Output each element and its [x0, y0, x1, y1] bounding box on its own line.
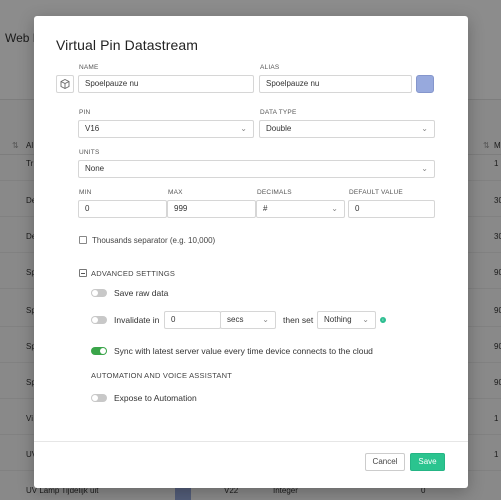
sync-label: Sync with latest server value every time…: [114, 346, 373, 356]
min-label: MIN: [79, 189, 92, 196]
thousands-separator-label: Thousands separator (e.g. 10,000): [92, 236, 216, 245]
chevron-down-icon: ⌄: [362, 315, 369, 324]
chevron-down-icon: ⌄: [240, 124, 247, 133]
save-raw-data-label: Save raw data: [114, 288, 169, 298]
cube-icon: [60, 78, 70, 90]
chevron-down-icon: ⌄: [262, 315, 269, 324]
then-set-value: Nothing: [324, 315, 352, 324]
decimals-label: DECIMALS: [257, 189, 292, 196]
invalidate-toggle[interactable]: [91, 316, 107, 324]
chevron-down-icon: ⌄: [331, 204, 338, 213]
advanced-settings-toggle[interactable]: ADVANCED SETTINGS: [91, 269, 175, 278]
units-select[interactable]: None ⌄: [78, 160, 435, 178]
thousands-separator-checkbox[interactable]: [79, 236, 87, 244]
toggle-knob: [92, 290, 98, 296]
datastream-modal: Virtual Pin Datastream NAME Spoelpauze n…: [34, 16, 468, 488]
decimals-value: #: [263, 204, 268, 213]
units-label: UNITS: [79, 149, 100, 156]
toggle-knob: [100, 348, 106, 354]
collapse-icon[interactable]: [79, 269, 87, 277]
data-type-select[interactable]: Double ⌄: [259, 120, 435, 138]
sync-toggle[interactable]: [91, 347, 107, 355]
expose-automation-label: Expose to Automation: [114, 393, 197, 403]
data-type-label: DATA TYPE: [260, 109, 297, 116]
alias-input[interactable]: Spoelpauze nu: [259, 75, 412, 93]
color-picker[interactable]: [416, 75, 434, 93]
name-label: NAME: [79, 64, 99, 71]
save-raw-data-toggle[interactable]: [91, 289, 107, 297]
decimals-select[interactable]: # ⌄: [256, 200, 345, 218]
info-icon[interactable]: i: [380, 317, 386, 323]
max-input[interactable]: 999: [167, 200, 256, 218]
alias-label: ALIAS: [260, 64, 280, 71]
toggle-knob: [92, 395, 98, 401]
pin-select[interactable]: V16 ⌄: [78, 120, 254, 138]
then-set-select[interactable]: Nothing ⌄: [317, 311, 376, 329]
max-label: MAX: [168, 189, 183, 196]
then-set-label: then set: [283, 315, 314, 325]
invalidate-unit-select[interactable]: secs ⌄: [220, 311, 276, 329]
automation-heading: AUTOMATION AND VOICE ASSISTANT: [91, 371, 233, 380]
chevron-down-icon: ⌄: [421, 164, 428, 173]
expose-automation-toggle[interactable]: [91, 394, 107, 402]
units-value: None: [85, 164, 105, 173]
invalidate-unit-value: secs: [227, 315, 244, 324]
pin-value: V16: [85, 124, 100, 133]
chevron-down-icon: ⌄: [421, 124, 428, 133]
pin-label: PIN: [79, 109, 91, 116]
default-value-label: DEFAULT VALUE: [349, 189, 403, 196]
name-input[interactable]: Spoelpauze nu: [78, 75, 254, 93]
default-value-input[interactable]: 0: [348, 200, 435, 218]
toggle-knob: [92, 317, 98, 323]
invalidate-label: Invalidate in: [114, 315, 160, 325]
datastream-icon-picker[interactable]: [56, 75, 74, 93]
save-button[interactable]: Save: [410, 453, 445, 471]
data-type-value: Double: [266, 124, 292, 133]
invalidate-input[interactable]: 0: [164, 311, 221, 329]
min-input[interactable]: 0: [78, 200, 167, 218]
modal-footer-divider: [34, 441, 468, 442]
cancel-button[interactable]: Cancel: [365, 453, 405, 471]
modal-title: Virtual Pin Datastream: [56, 37, 199, 53]
